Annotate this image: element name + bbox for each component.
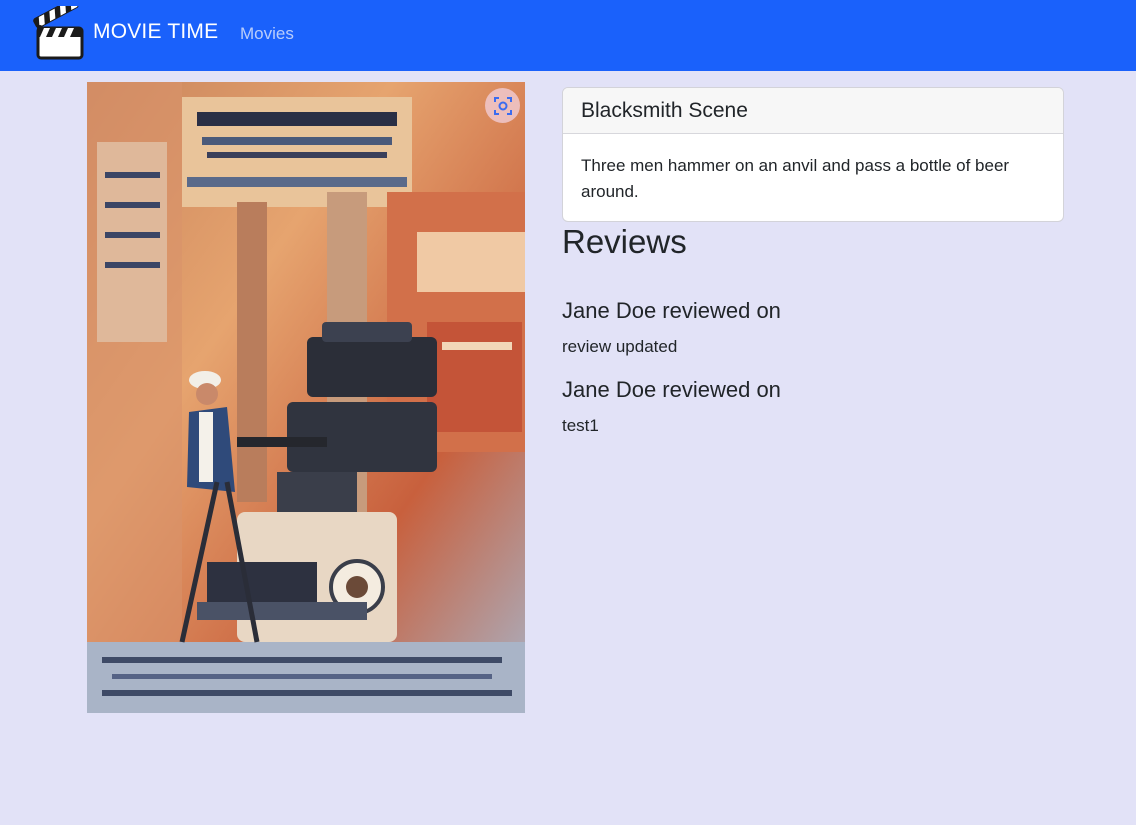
brand-name: MOVIE TIME [93,20,219,43]
nav-link-movies[interactable]: Movies [240,24,294,44]
review-title: Jane Doe reviewed on [562,377,781,402]
movie-description: Three men hammer on an anvil and pass a … [581,156,1010,201]
visual-search-button[interactable] [485,88,520,123]
review-text: review updated [562,337,678,356]
movie-poster [87,82,525,713]
movie-title: Blacksmith Scene [563,88,1063,134]
reviews-heading: Reviews [562,223,687,260]
movie-card: Blacksmith Scene Three men hammer on an … [562,87,1064,222]
review-text: test1 [562,416,599,435]
visual-search-icon [493,96,512,115]
navbar: MOVIE TIME Movies [0,0,1136,71]
clapperboard-icon [33,6,84,60]
review-title: Jane Doe reviewed on [562,298,781,323]
